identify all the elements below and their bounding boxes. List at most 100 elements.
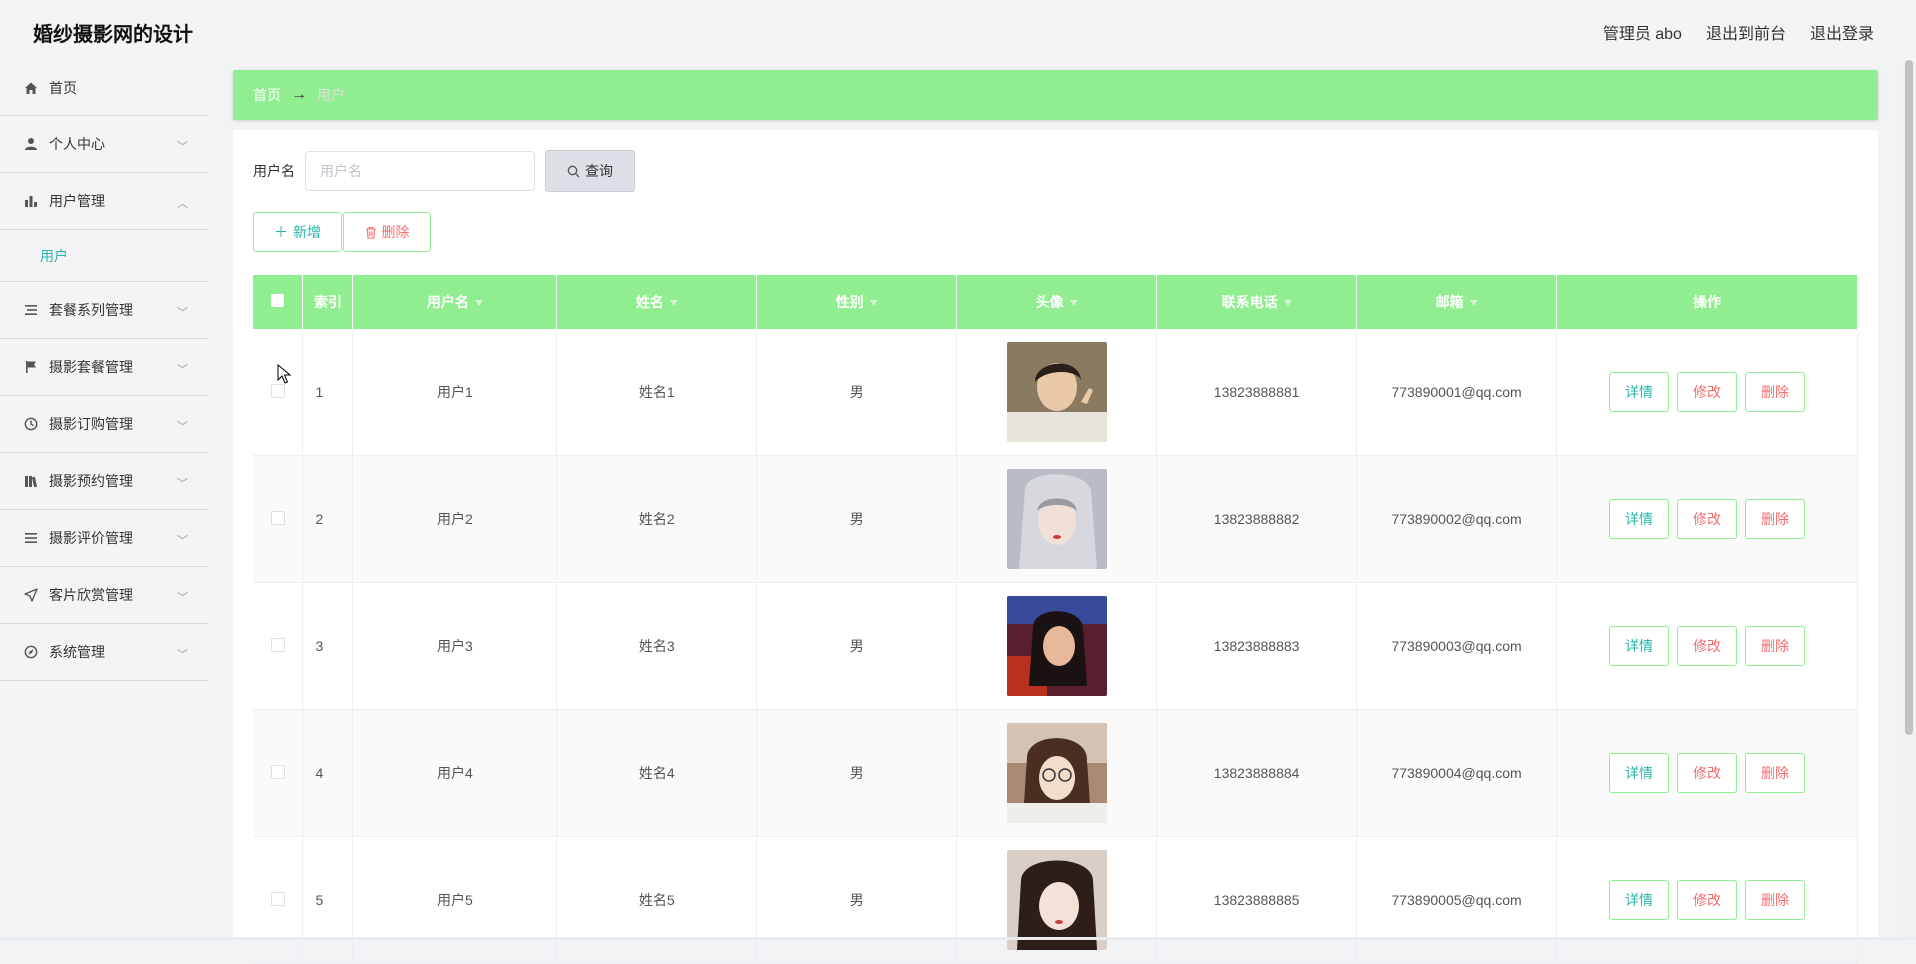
avatar-image[interactable] <box>1006 469 1107 569</box>
sidebar-item-photo-order[interactable]: 摄影订购管理 ﹀ <box>0 396 208 453</box>
cell-username: 用户4 <box>352 709 558 837</box>
cell-avatar <box>956 836 1158 964</box>
cell-name: 姓名4 <box>556 709 758 837</box>
edit-button[interactable]: 修改 <box>1677 880 1738 920</box>
sidebar-item-photo-package[interactable]: 摄影套餐管理 ﹀ <box>0 339 208 396</box>
flag-icon <box>22 360 40 374</box>
header-phone[interactable]: 联系电话 <box>1156 275 1358 329</box>
row-checkbox[interactable] <box>270 510 285 525</box>
list-icon <box>22 303 40 317</box>
edit-button[interactable]: 修改 <box>1677 499 1738 539</box>
detail-button[interactable]: 详情 <box>1609 880 1670 920</box>
cell-index: 3 <box>302 582 354 710</box>
header-avatar[interactable]: 头像 <box>956 275 1158 329</box>
sidebar-item-user-management[interactable]: 用户管理 ︿ <box>0 173 208 230</box>
cell-phone: 13823888881 <box>1156 329 1358 456</box>
book-icon <box>22 474 40 488</box>
content-panel: 用户名 查询 ＋ 新增 删除 <box>233 130 1878 964</box>
sort-icon <box>1069 300 1078 307</box>
row-checkbox[interactable] <box>270 764 285 779</box>
chevron-down-icon: ﹀ <box>177 364 188 376</box>
sidebar-item-personal-center[interactable]: 个人中心 ﹀ <box>0 116 208 173</box>
logout-link[interactable]: 退出登录 <box>1810 20 1874 44</box>
edit-button[interactable]: 修改 <box>1677 626 1738 666</box>
add-button[interactable]: ＋ 新增 <box>253 212 342 252</box>
avatar-image[interactable] <box>1006 850 1107 950</box>
batch-delete-button[interactable]: 删除 <box>343 212 431 252</box>
search-row: 用户名 查询 <box>253 150 635 192</box>
chevron-down-icon: ﹀ <box>177 592 188 604</box>
app-title: 婚纱摄影网的设计 <box>33 24 193 46</box>
sidebar: 首页 个人中心 ﹀ 用户管理 ︿ 用户 套餐系列管理 ﹀ 摄影套餐管理 ﹀ 摄影… <box>0 60 208 940</box>
chevron-down-icon: ﹀ <box>177 478 188 490</box>
avatar-image[interactable] <box>1006 596 1107 696</box>
sidebar-item-client-gallery[interactable]: 客片欣赏管理 ﹀ <box>0 567 208 624</box>
cell-gender: 男 <box>756 582 958 710</box>
sidebar-item-photo-appointment[interactable]: 摄影预约管理 ﹀ <box>0 453 208 510</box>
row-checkbox[interactable] <box>270 637 285 652</box>
sidebar-item-label: 摄影预约管理 <box>49 473 133 489</box>
sidebar-item-package-series[interactable]: 套餐系列管理 ﹀ <box>0 282 208 339</box>
breadcrumb-arrow: → <box>291 86 307 103</box>
avatar-image[interactable] <box>1006 342 1107 442</box>
breadcrumb-home[interactable]: 首页 <box>253 85 281 105</box>
edit-button[interactable]: 修改 <box>1677 753 1738 793</box>
top-bar: 婚纱摄影网的设计 管理员 abo 退出到前台 退出登录 <box>0 0 1916 60</box>
cell-name: 姓名1 <box>556 329 758 456</box>
table-row: 3 用户3 姓名3 男 13823888883 773890003@qq.com… <box>253 582 1858 710</box>
avatar-image[interactable] <box>1006 723 1107 823</box>
detail-button[interactable]: 详情 <box>1609 372 1670 412</box>
header-gender[interactable]: 性别 <box>756 275 958 329</box>
cell-email: 773890002@qq.com <box>1356 455 1558 583</box>
table-row: 2 用户2 姓名2 男 13823888882 773890002@qq.com… <box>253 455 1858 583</box>
scrollbar-thumb[interactable] <box>1905 60 1913 735</box>
sidebar-item-label: 首页 <box>49 79 77 96</box>
plus-icon: ＋ <box>274 224 288 240</box>
user-icon <box>22 137 40 151</box>
cell-gender: 男 <box>756 836 958 964</box>
header-name[interactable]: 姓名 <box>556 275 758 329</box>
header-username[interactable]: 用户名 <box>352 275 558 329</box>
sidebar-item-system[interactable]: 系统管理 ﹀ <box>0 624 208 681</box>
trash-icon <box>365 226 377 239</box>
delete-button[interactable]: 删除 <box>1745 499 1806 539</box>
back-to-front-link[interactable]: 退出到前台 <box>1706 20 1786 44</box>
header-username-label: 用户名 <box>426 294 469 310</box>
send-icon <box>22 588 40 602</box>
header-actions: 操作 <box>1556 275 1858 329</box>
header-phone-label: 联系电话 <box>1221 294 1278 310</box>
sort-icon <box>474 300 483 307</box>
row-checkbox[interactable] <box>270 891 285 906</box>
detail-button[interactable]: 详情 <box>1609 753 1670 793</box>
detail-button[interactable]: 详情 <box>1609 626 1670 666</box>
username-search-input[interactable] <box>305 151 535 191</box>
delete-button[interactable]: 删除 <box>1745 626 1806 666</box>
detail-button[interactable]: 详情 <box>1609 499 1670 539</box>
admin-name[interactable]: 管理员 abo <box>1603 20 1682 44</box>
cell-phone: 13823888884 <box>1156 709 1358 837</box>
cell-gender: 男 <box>756 455 958 583</box>
sidebar-item-label: 摄影订购管理 <box>49 416 133 432</box>
page-scrollbar[interactable] <box>1902 60 1916 940</box>
header-email[interactable]: 邮箱 <box>1356 275 1558 329</box>
delete-button[interactable]: 删除 <box>1745 753 1806 793</box>
header-avatar-label: 头像 <box>1035 294 1064 310</box>
sort-icon <box>869 300 878 307</box>
delete-button[interactable]: 删除 <box>1745 880 1806 920</box>
select-all-checkbox[interactable] <box>271 294 285 307</box>
sidebar-item-home[interactable]: 首页 <box>0 60 208 116</box>
chevron-up-icon: ︿ <box>177 198 188 210</box>
table-row: 4 用户4 姓名4 男 13823888884 773890004@qq.com… <box>253 709 1858 837</box>
search-icon <box>567 165 580 178</box>
sort-icon <box>669 300 678 307</box>
row-select-cell <box>253 455 304 583</box>
cell-actions: 详情 修改 删除 <box>1556 709 1858 837</box>
sidebar-subitem-user[interactable]: 用户 <box>0 230 208 282</box>
edit-button[interactable]: 修改 <box>1677 372 1738 412</box>
clock-icon <box>22 417 40 431</box>
cell-gender: 男 <box>756 329 958 456</box>
header-name-label: 姓名 <box>635 294 664 310</box>
search-button[interactable]: 查询 <box>545 150 635 192</box>
delete-button[interactable]: 删除 <box>1745 372 1806 412</box>
sidebar-item-photo-review[interactable]: 摄影评价管理 ﹀ <box>0 510 208 567</box>
